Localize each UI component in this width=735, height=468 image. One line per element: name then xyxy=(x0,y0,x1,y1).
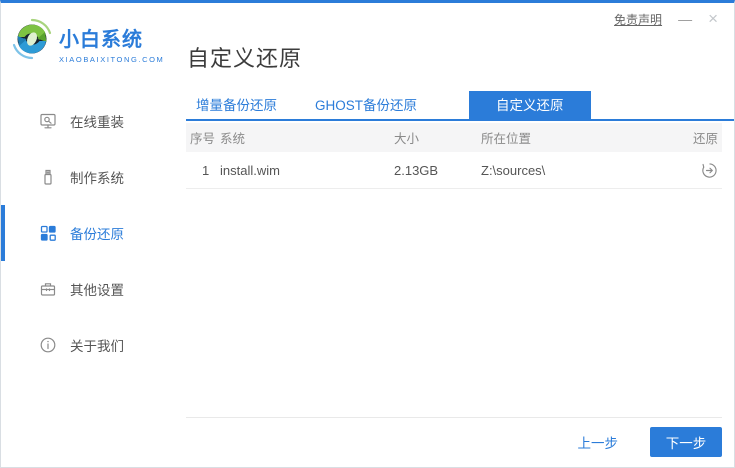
cell-location: Z:\sources\ xyxy=(481,162,546,178)
footer-divider xyxy=(186,417,722,418)
restore-history-icon[interactable] xyxy=(701,162,718,179)
col-header-index: 序号 xyxy=(190,132,216,146)
table-header-row: 序号 系统 大小 所在位置 还原 xyxy=(186,123,722,152)
col-header-system: 系统 xyxy=(220,132,246,146)
footer-actions: 上一步 下一步 xyxy=(578,427,722,457)
sidebar-item-label: 其他设置 xyxy=(70,283,124,298)
sidebar-item-make-system[interactable]: 制作系统 xyxy=(1,149,186,205)
sidebar-item-label: 在线重装 xyxy=(70,115,124,130)
cell-size: 2.13GB xyxy=(394,162,439,178)
info-circle-icon xyxy=(39,336,57,354)
previous-step-button[interactable]: 上一步 xyxy=(578,432,619,452)
sidebar-item-label: 关于我们 xyxy=(70,339,124,354)
restore-table: 序号 系统 大小 所在位置 还原 1 install.wim 2.13GB Z:… xyxy=(186,123,722,189)
minimize-icon[interactable]: — xyxy=(678,9,692,29)
monitor-reinstall-icon xyxy=(39,112,57,130)
sidebar-item-about-us[interactable]: 关于我们 xyxy=(1,317,186,373)
brand-block: 小白系统 XIAOBAIXITONG.COM xyxy=(59,23,164,64)
usb-drive-icon xyxy=(39,168,57,186)
sidebar-item-online-reinstall[interactable]: 在线重装 xyxy=(1,93,186,149)
cell-restore-action xyxy=(662,162,722,179)
close-icon[interactable]: × xyxy=(708,9,718,29)
tab-incremental-backup-restore[interactable]: 增量备份还原 xyxy=(186,91,287,119)
toolbox-icon xyxy=(39,280,57,298)
sidebar-item-label: 备份还原 xyxy=(70,227,124,242)
disclaimer-link[interactable]: 免责声明 xyxy=(614,11,662,28)
tiles-grid-icon xyxy=(39,224,57,242)
sidebar-item-label: 制作系统 xyxy=(70,171,124,186)
next-step-button[interactable]: 下一步 xyxy=(650,427,722,457)
col-header-location: 所在位置 xyxy=(481,132,532,146)
tab-ghost-backup-restore[interactable]: GHOST备份还原 xyxy=(305,91,427,119)
table-row: 1 install.wim 2.13GB Z:\sources\ xyxy=(186,152,722,189)
col-header-size: 大小 xyxy=(394,132,420,146)
sidebar: 在线重装 制作系统 备份还原 其他设置 关于我们 xyxy=(1,93,186,373)
window-controls: 免责声明 — × xyxy=(614,9,718,29)
page-title: 自定义还原 xyxy=(187,46,303,71)
tab-bar: 增量备份还原 GHOST备份还原 自定义还原 xyxy=(186,91,734,121)
col-header-restore: 还原 xyxy=(692,132,718,146)
cell-index: 1 xyxy=(202,162,210,178)
tab-custom-restore[interactable]: 自定义还原 xyxy=(469,91,591,119)
app-window: 小白系统 XIAOBAIXITONG.COM 免责声明 — × 在线重装 制作系… xyxy=(0,0,735,468)
sidebar-item-backup-restore[interactable]: 备份还原 xyxy=(1,205,186,261)
brand-name: 小白系统 xyxy=(59,29,143,51)
app-logo-icon xyxy=(12,18,52,60)
brand-domain: XIAOBAIXITONG.COM xyxy=(59,55,165,64)
sidebar-item-other-settings[interactable]: 其他设置 xyxy=(1,261,186,317)
cell-system: install.wim xyxy=(220,162,280,178)
